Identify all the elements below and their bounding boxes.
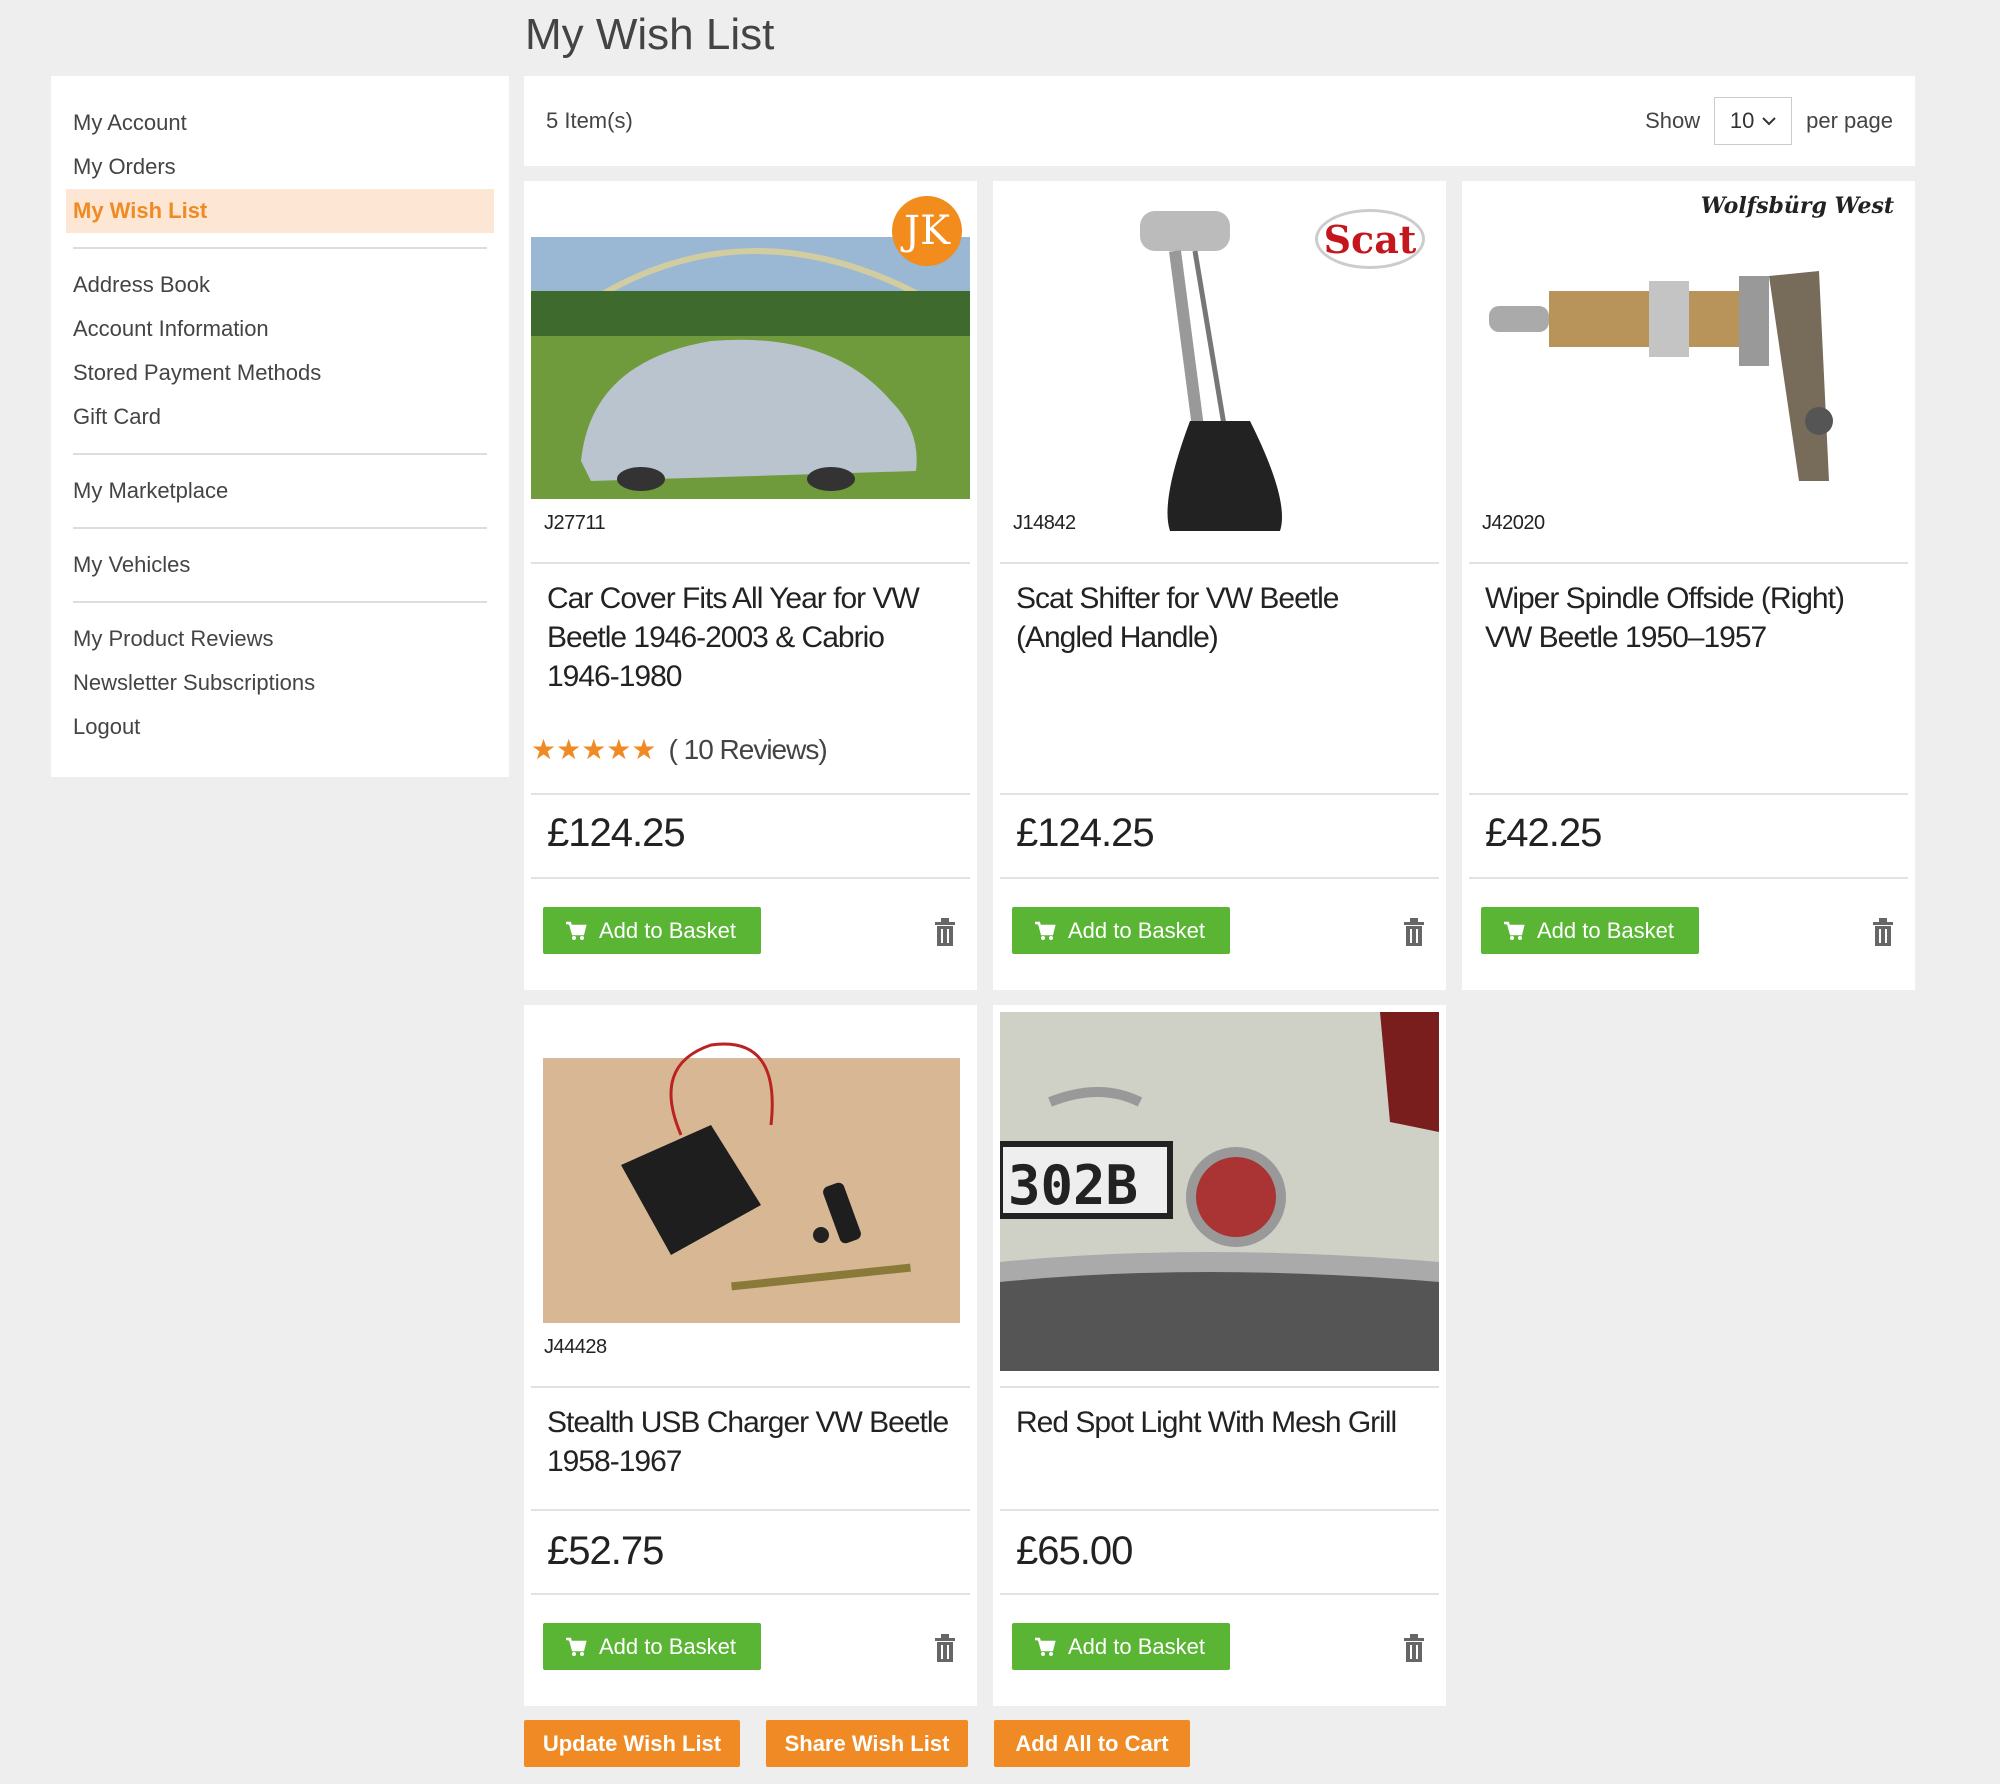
divider bbox=[1000, 877, 1439, 879]
per-page-limiter: Show 10 per page bbox=[1645, 97, 1893, 145]
account-sidebar: My Account My Orders My Wish List Addres… bbox=[51, 76, 509, 777]
trash-icon[interactable] bbox=[1402, 917, 1426, 947]
product-image[interactable]: Scat bbox=[1000, 181, 1439, 551]
sidebar-item-gift-card[interactable]: Gift Card bbox=[66, 395, 494, 439]
add-to-basket-button[interactable]: Add to Basket bbox=[543, 907, 761, 954]
add-to-basket-button[interactable]: Add to Basket bbox=[543, 1623, 761, 1670]
add-to-basket-button[interactable]: Add to Basket bbox=[1012, 1623, 1230, 1670]
product-image[interactable]: JK bbox=[531, 181, 970, 551]
product-image[interactable] bbox=[531, 1005, 970, 1375]
product-price: £52.75 bbox=[547, 1529, 664, 1573]
divider bbox=[531, 1509, 970, 1511]
brand-logo: Scat bbox=[1315, 209, 1425, 269]
update-wish-list-button[interactable]: Update Wish List bbox=[524, 1720, 740, 1767]
per-page-value: 10 bbox=[1729, 108, 1755, 133]
product-sku: J27711 bbox=[544, 512, 606, 534]
product-sku: J14842 bbox=[1013, 512, 1076, 534]
sidebar-divider bbox=[73, 247, 487, 249]
add-to-basket-label: Add to Basket bbox=[599, 1633, 736, 1659]
page-title: My Wish List bbox=[525, 10, 775, 59]
divider bbox=[531, 1593, 970, 1595]
wishlist-item: JK J27711 Car Cover Fits All Year for VW… bbox=[524, 181, 977, 990]
divider bbox=[531, 562, 970, 564]
per-page-label: per page bbox=[1806, 108, 1893, 133]
product-name[interactable]: Red Spot Light With Mesh Grill bbox=[1016, 1403, 1426, 1442]
product-price: £42.25 bbox=[1485, 811, 1602, 855]
cart-icon bbox=[565, 921, 587, 941]
add-all-to-cart-button[interactable]: Add All to Cart bbox=[994, 1720, 1190, 1767]
share-wish-list-button[interactable]: Share Wish List bbox=[766, 1720, 968, 1767]
wishlist-toolbar: 5 Item(s) Show 10 per page bbox=[524, 76, 1915, 166]
trash-icon[interactable] bbox=[1871, 917, 1895, 947]
divider bbox=[531, 793, 970, 795]
cart-icon bbox=[1034, 1637, 1056, 1657]
product-name[interactable]: Wiper Spindle Offside (Right) VW Beetle … bbox=[1485, 579, 1895, 657]
add-to-basket-button[interactable]: Add to Basket bbox=[1481, 907, 1699, 954]
wishlist-item: Wolfsbürg West J42020 Wiper Spindle Offs… bbox=[1462, 181, 1915, 990]
sidebar-item-logout[interactable]: Logout bbox=[66, 705, 494, 749]
product-image[interactable]: 302B bbox=[1000, 1012, 1439, 1371]
sidebar-divider bbox=[73, 527, 487, 529]
add-to-basket-button[interactable]: Add to Basket bbox=[1012, 907, 1230, 954]
divider bbox=[1000, 1509, 1439, 1511]
wishlist-actions: Update Wish List Share Wish List Add All… bbox=[524, 1720, 1216, 1767]
cart-icon bbox=[1034, 921, 1056, 941]
brand-logo: Wolfsbürg West bbox=[1700, 193, 1894, 219]
sidebar-item-my-orders[interactable]: My Orders bbox=[66, 145, 494, 189]
wishlist-item: J44428 Stealth USB Charger VW Beetle 195… bbox=[524, 1005, 977, 1706]
product-price: £65.00 bbox=[1016, 1529, 1133, 1573]
product-name[interactable]: Car Cover Fits All Year for VW Beetle 19… bbox=[547, 579, 957, 696]
review-count[interactable]: ( 10 Reviews) bbox=[669, 734, 828, 766]
sidebar-item-my-product-reviews[interactable]: My Product Reviews bbox=[66, 617, 494, 661]
cart-icon bbox=[565, 1637, 587, 1657]
divider bbox=[1469, 793, 1908, 795]
per-page-select[interactable]: 10 bbox=[1714, 97, 1793, 145]
add-to-basket-label: Add to Basket bbox=[1068, 917, 1205, 943]
divider bbox=[1000, 1593, 1439, 1595]
product-price: £124.25 bbox=[1016, 811, 1155, 855]
sidebar-item-my-vehicles[interactable]: My Vehicles bbox=[66, 543, 494, 587]
product-rating[interactable]: ★★★★★ ( 10 Reviews) bbox=[531, 733, 828, 766]
sidebar-item-account-information[interactable]: Account Information bbox=[66, 307, 494, 351]
product-name[interactable]: Scat Shifter for VW Beetle (Angled Handl… bbox=[1016, 579, 1426, 657]
product-sku: J42020 bbox=[1482, 512, 1545, 534]
trash-icon[interactable] bbox=[933, 1633, 957, 1663]
sidebar-item-newsletter-subscriptions[interactable]: Newsletter Subscriptions bbox=[66, 661, 494, 705]
brand-logo: JK bbox=[892, 196, 962, 266]
add-to-basket-label: Add to Basket bbox=[599, 917, 736, 943]
show-label: Show bbox=[1645, 108, 1701, 133]
sidebar-item-my-wish-list[interactable]: My Wish List bbox=[66, 189, 494, 233]
chevron-down-icon bbox=[1762, 113, 1777, 129]
divider bbox=[1000, 562, 1439, 564]
wishlist-item: Scat J14842 Scat Shifter for VW Beetle (… bbox=[993, 181, 1446, 990]
trash-icon[interactable] bbox=[933, 917, 957, 947]
divider bbox=[1469, 877, 1908, 879]
sidebar-item-stored-payment-methods[interactable]: Stored Payment Methods bbox=[66, 351, 494, 395]
add-to-basket-label: Add to Basket bbox=[1537, 917, 1674, 943]
sidebar-item-my-marketplace[interactable]: My Marketplace bbox=[66, 469, 494, 513]
product-price: £124.25 bbox=[547, 811, 686, 855]
wishlist-item: 302B Red Spot Light With Mesh Grill £65.… bbox=[993, 1005, 1446, 1706]
sidebar-item-address-book[interactable]: Address Book bbox=[66, 263, 494, 307]
star-icon: ★★★★★ bbox=[531, 734, 657, 765]
divider bbox=[531, 1386, 970, 1388]
license-plate-text: 302B bbox=[1008, 1154, 1139, 1217]
divider bbox=[1000, 1386, 1439, 1388]
sidebar-divider bbox=[73, 453, 487, 455]
add-to-basket-label: Add to Basket bbox=[1068, 1633, 1205, 1659]
item-count: 5 Item(s) bbox=[546, 108, 633, 133]
sidebar-item-my-account[interactable]: My Account bbox=[66, 101, 494, 145]
trash-icon[interactable] bbox=[1402, 1633, 1426, 1663]
product-image[interactable]: Wolfsbürg West bbox=[1469, 181, 1908, 551]
product-name[interactable]: Stealth USB Charger VW Beetle 1958-1967 bbox=[547, 1403, 957, 1481]
divider bbox=[1469, 562, 1908, 564]
divider bbox=[1000, 793, 1439, 795]
divider bbox=[531, 877, 970, 879]
product-sku: J44428 bbox=[544, 1336, 607, 1358]
sidebar-divider bbox=[73, 601, 487, 603]
cart-icon bbox=[1503, 921, 1525, 941]
